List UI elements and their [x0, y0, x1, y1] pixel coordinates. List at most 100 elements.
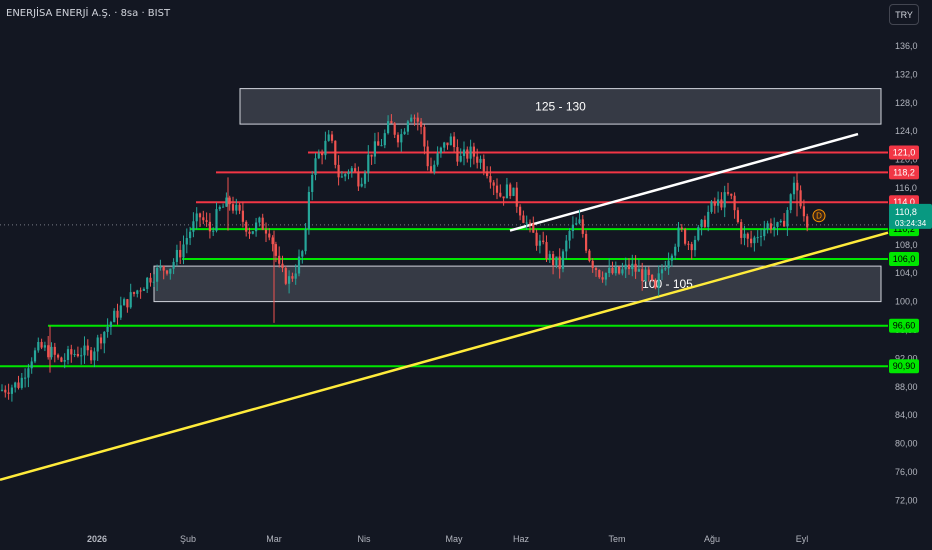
countdown-label: 03:24:34	[895, 219, 927, 228]
dividend-marker-label: D	[816, 212, 822, 221]
candle-body	[684, 229, 687, 244]
candle-body	[24, 377, 27, 379]
candle-body	[601, 277, 604, 280]
candle-body	[604, 273, 607, 280]
y-tick-label: 84,00	[895, 410, 918, 420]
candle-body	[730, 193, 733, 196]
candle-body	[466, 149, 469, 159]
candle-body	[4, 389, 7, 393]
candle-body	[76, 353, 79, 357]
candle-body	[624, 264, 627, 270]
candle-body	[278, 255, 281, 264]
candle-body	[591, 260, 594, 269]
candle-body	[693, 239, 697, 251]
candle-body	[443, 142, 446, 148]
candle-body	[700, 219, 703, 228]
candle-body	[449, 136, 452, 146]
candle-body	[756, 237, 759, 239]
candle-body	[103, 331, 106, 344]
candle-body	[225, 197, 228, 207]
candle-body	[713, 201, 716, 206]
candle-body	[159, 266, 162, 268]
candle-body	[245, 221, 248, 232]
candle-body	[321, 153, 324, 156]
candle-body	[654, 279, 657, 289]
candle-body	[555, 256, 558, 266]
candle-body	[697, 227, 700, 240]
candle-body	[776, 222, 779, 227]
candle-body	[779, 220, 782, 223]
candle-body	[413, 117, 416, 119]
candle-body	[667, 260, 670, 269]
candle-body	[545, 242, 548, 260]
candle-body	[532, 223, 535, 233]
candle-body	[746, 233, 749, 239]
candle-body	[123, 299, 126, 306]
y-tick-label: 108,0	[895, 240, 918, 250]
candle-body	[578, 219, 581, 224]
candle-body	[208, 221, 211, 232]
candle-body	[687, 243, 690, 245]
candle-body	[304, 229, 307, 252]
candle-body	[198, 213, 202, 218]
candle-body	[575, 223, 578, 225]
candle-body	[139, 290, 142, 292]
candle-body	[664, 268, 667, 270]
candle-body	[462, 149, 466, 156]
candle-body	[357, 171, 360, 187]
candle-body	[753, 237, 756, 244]
candle-body	[740, 222, 743, 238]
candle-body	[528, 222, 532, 224]
candle-body	[337, 164, 340, 178]
candle-body	[294, 273, 297, 279]
candle-body	[27, 368, 30, 378]
candle-body	[472, 146, 475, 157]
x-tick-label: Şub	[180, 534, 196, 544]
candle-body	[43, 345, 46, 348]
candle-body	[156, 267, 159, 282]
x-tick-label: Tem	[608, 534, 625, 544]
candle-body	[519, 206, 522, 216]
candle-body	[512, 187, 515, 196]
candle-body	[136, 290, 139, 294]
candle-body	[651, 274, 654, 280]
candle-body	[172, 261, 175, 269]
candle-body	[132, 292, 136, 294]
candle-body	[383, 133, 386, 146]
candle-body	[340, 176, 343, 178]
candle-body	[802, 206, 805, 217]
candle-body	[690, 244, 693, 251]
candle-body	[799, 190, 802, 207]
price-chart[interactable]: 72,0076,0080,0084,0088,0092,0096,00100,0…	[0, 0, 932, 550]
candle-body	[492, 182, 495, 186]
candle-body	[251, 231, 254, 234]
candle-body	[152, 281, 155, 283]
candle-body	[57, 354, 60, 358]
candle-body	[618, 266, 621, 274]
candle-body	[10, 387, 13, 394]
zone-label: 125 - 130	[535, 99, 586, 113]
candle-body	[324, 140, 327, 156]
candle-body	[792, 182, 796, 195]
candle-body	[647, 269, 650, 275]
candle-body	[433, 164, 436, 173]
candle-body	[205, 220, 208, 222]
price-tag-label: 121,0	[893, 148, 916, 158]
candle-body	[657, 273, 660, 289]
candle-body	[14, 382, 17, 388]
candle-body	[759, 236, 763, 238]
candle-body	[66, 349, 70, 360]
candle-body	[674, 246, 677, 256]
candle-body	[558, 256, 561, 269]
y-tick-label: 100,0	[895, 297, 918, 307]
candle-body	[552, 254, 555, 266]
candle-body	[33, 350, 37, 362]
candle-body	[241, 210, 244, 222]
candle-body	[20, 377, 23, 388]
candle-body	[179, 249, 182, 258]
candle-body	[436, 153, 439, 165]
candle-body	[297, 256, 301, 274]
x-tick-label: Mar	[266, 534, 282, 544]
candle-body	[390, 121, 393, 124]
candle-body	[202, 217, 205, 221]
